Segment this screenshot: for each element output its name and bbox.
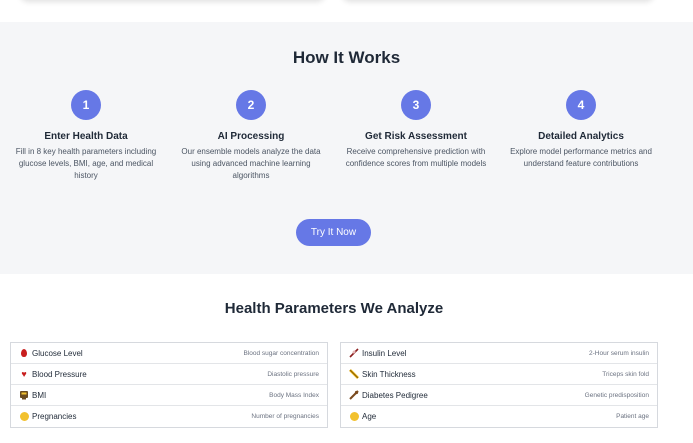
how-it-works-title: How It Works [292, 48, 401, 67]
parameter-description: Number of pregnancies [251, 413, 319, 420]
parameter-row-diabetes-pedigree: Diabetes Pedigree Genetic predisposition [341, 385, 657, 406]
ruler-icon [349, 369, 359, 379]
parameter-row-pregnancies: Pregnancies Number of pregnancies [11, 406, 327, 427]
parameter-name: Insulin Level [362, 349, 407, 358]
step-title: Enter Health Data [44, 131, 128, 142]
step-title: Detailed Analytics [538, 131, 624, 142]
heart-icon: ♥ [21, 369, 27, 379]
scale-icon [19, 390, 29, 400]
parameter-row-bmi: BMI Body Mass Index [11, 385, 327, 406]
blood-drop-icon [21, 349, 27, 357]
parameter-row-blood-pressure: ♥ Blood Pressure Diastolic pressure [11, 364, 327, 385]
health-parameters-title: Health Parameters We Analyze [224, 300, 444, 317]
step-title: Get Risk Assessment [365, 131, 467, 142]
step-2: 2 AI Processing Our ensemble models anal… [176, 90, 326, 182]
parameter-name: Skin Thickness [362, 370, 416, 379]
age-face-icon [350, 412, 359, 421]
parameter-name: Age [362, 412, 377, 421]
how-it-works-section: How It Works 1 Enter Health Data Fill in… [0, 22, 693, 274]
syringe-icon [349, 348, 359, 358]
try-it-now-button[interactable]: Try It Now [296, 219, 371, 246]
parameter-description: 2-Hour serum insulin [589, 350, 649, 357]
step-description: Fill in 8 key health parameters includin… [15, 147, 157, 180]
parameter-description: Diastolic pressure [267, 371, 319, 378]
parameter-description: Triceps skin fold [602, 371, 649, 378]
pregnancy-face-icon [20, 412, 29, 421]
parameter-row-skin-thickness: Skin Thickness Triceps skin fold [341, 364, 657, 385]
parameter-name: Blood Pressure [32, 370, 87, 379]
step-description: Our ensemble models analyze the data usi… [181, 147, 321, 180]
parameter-row-glucose: Glucose Level Blood sugar concentration [11, 343, 327, 364]
step-title: AI Processing [217, 131, 285, 142]
step-3: 3 Get Risk Assessment Receive comprehens… [341, 90, 491, 170]
parameter-list-left: Glucose Level Blood sugar concentration … [10, 342, 328, 428]
step-number-badge: 4 [566, 90, 596, 120]
parameter-row-age: Age Patient age [341, 406, 657, 427]
parameter-list-right: Insulin Level 2-Hour serum insulin Skin … [340, 342, 658, 428]
parameter-description: Blood sugar concentration [243, 350, 319, 357]
step-number-badge: 1 [71, 90, 101, 120]
step-description: Receive comprehensive prediction with co… [345, 147, 487, 168]
parameter-name: Pregnancies [32, 412, 77, 421]
dna-icon [349, 390, 359, 400]
step-1: 1 Enter Health Data Fill in 8 key health… [11, 90, 161, 182]
parameter-name: Glucose Level [32, 349, 83, 358]
parameter-description: Body Mass Index [269, 392, 319, 399]
step-number-badge: 3 [401, 90, 431, 120]
top-cards-strip [0, 0, 693, 22]
parameter-description: Patient age [616, 413, 649, 420]
parameter-name: BMI [32, 391, 47, 400]
parameter-name: Diabetes Pedigree [362, 391, 428, 400]
parameter-description: Genetic predisposition [584, 392, 649, 399]
parameter-row-insulin: Insulin Level 2-Hour serum insulin [341, 343, 657, 364]
step-description: Explore model performance metrics and un… [510, 147, 652, 168]
step-4: 4 Detailed Analytics Explore model perfo… [506, 90, 656, 170]
step-number-badge: 2 [236, 90, 266, 120]
